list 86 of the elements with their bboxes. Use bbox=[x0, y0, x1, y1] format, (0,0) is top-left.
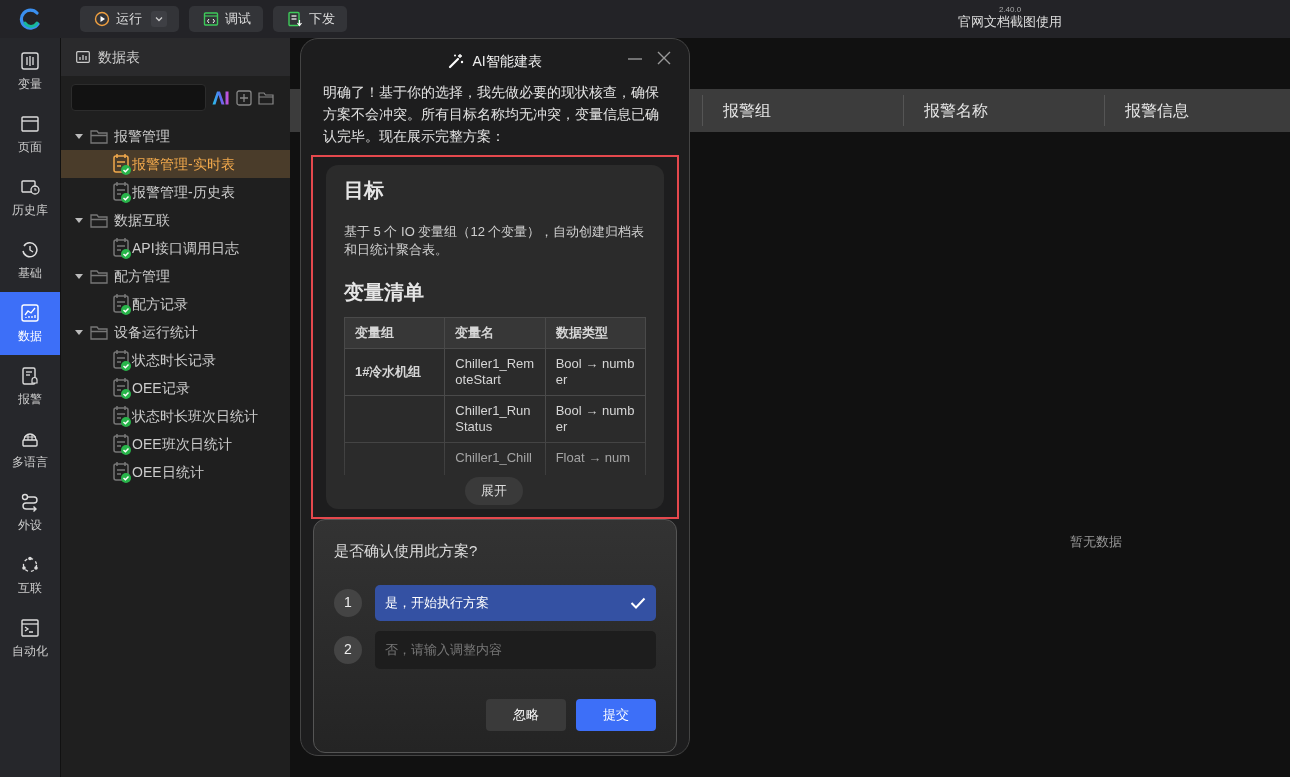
check-icon bbox=[630, 596, 646, 609]
table-cell: Chiller1_RemoteStart bbox=[444, 348, 546, 396]
option-button[interactable]: 是，开始执行方案 bbox=[375, 584, 656, 621]
nav-rail-item[interactable]: 页面 bbox=[0, 103, 60, 166]
nav-rail-item[interactable]: 外设 bbox=[0, 481, 60, 544]
tree-folder[interactable]: 配方管理 bbox=[61, 262, 290, 291]
toolbar-button[interactable]: 运行 bbox=[79, 6, 179, 32]
folder-icon bbox=[90, 324, 108, 340]
calendar-check-icon bbox=[113, 432, 132, 456]
alarm-icon bbox=[20, 365, 40, 386]
nav-rail-item[interactable]: 自动化 bbox=[0, 607, 60, 670]
dialog-title: AI智能建表 bbox=[472, 51, 542, 71]
toolbar-button[interactable]: 下发 bbox=[272, 6, 347, 32]
option-number: 2 bbox=[334, 635, 362, 664]
search-field[interactable] bbox=[71, 84, 206, 111]
section-heading: 目标 bbox=[344, 178, 385, 203]
empty-state-text: 暂无数据 bbox=[1070, 533, 1122, 551]
variable-icon bbox=[20, 50, 40, 71]
nav-rail-item[interactable]: 数据 bbox=[0, 292, 60, 355]
calendar-check-icon bbox=[113, 152, 132, 176]
page-icon bbox=[20, 113, 40, 134]
tree-folder[interactable]: 报警管理 bbox=[61, 122, 290, 151]
calendar-check-icon bbox=[113, 180, 132, 204]
tree-item[interactable]: API接口调用日志 bbox=[61, 234, 290, 263]
device-icon bbox=[20, 491, 40, 512]
nav-rail-item[interactable]: 多语言 bbox=[0, 418, 60, 481]
tree-item[interactable]: 状态时长记录 bbox=[61, 346, 290, 375]
nav-rail-item[interactable]: 基础 bbox=[0, 229, 60, 292]
deploy-icon bbox=[286, 11, 303, 27]
link-icon bbox=[20, 554, 40, 575]
expand-button[interactable]: 展开 bbox=[465, 477, 523, 505]
plan-description: 基于 5 个 IO 变量组（12 个变量），自动创建归档表和日统计聚合表。 bbox=[344, 223, 646, 259]
nav-rail-item[interactable]: 变量 bbox=[0, 40, 60, 103]
add-icon[interactable] bbox=[236, 89, 252, 106]
adjustment-input[interactable]: 否，请输入调整内容 bbox=[375, 630, 656, 669]
ignore-button[interactable]: 忽略 bbox=[486, 698, 566, 731]
project-title: 官网文档截图使用 bbox=[958, 14, 1062, 31]
table-header-cell: 变量名 bbox=[444, 317, 546, 349]
toolbar-button[interactable]: 调试 bbox=[188, 6, 263, 32]
run-icon bbox=[93, 11, 110, 27]
tree-folder[interactable]: 设备运行统计 bbox=[61, 318, 290, 347]
section-heading: 变量清单 bbox=[344, 280, 425, 305]
table-header-cell: 数据类型 bbox=[545, 317, 646, 349]
automation-icon bbox=[20, 617, 40, 638]
debug-icon bbox=[202, 11, 219, 27]
option-number: 1 bbox=[334, 588, 362, 617]
table-header-cell: 变量组 bbox=[344, 317, 445, 349]
folder-icon bbox=[90, 212, 108, 228]
tree-item[interactable]: OEE记录 bbox=[61, 374, 290, 403]
folder-icon[interactable] bbox=[258, 90, 274, 105]
nav-rail-item[interactable]: 互联 bbox=[0, 544, 60, 607]
calendar-check-icon bbox=[113, 292, 132, 316]
calendar-check-icon bbox=[113, 376, 132, 400]
folder-icon bbox=[90, 128, 108, 144]
ai-icon[interactable] bbox=[212, 90, 230, 105]
column-header: 报警信息 bbox=[1104, 95, 1290, 126]
close-icon[interactable] bbox=[657, 51, 671, 65]
caret-icon bbox=[153, 14, 164, 24]
version-label: 2.40.0 bbox=[998, 6, 1022, 14]
column-header: 报警名称 bbox=[903, 95, 1104, 126]
tree-item[interactable]: OEE班次日统计 bbox=[61, 430, 290, 459]
folder-icon bbox=[90, 268, 108, 284]
calendar-check-icon bbox=[113, 404, 132, 428]
magic-wand-icon bbox=[448, 53, 465, 69]
logo-icon bbox=[19, 8, 41, 30]
table-cell: 1#冷水机组 bbox=[344, 348, 445, 396]
confirm-question: 是否确认使用此方案? bbox=[334, 541, 479, 561]
basic-icon bbox=[20, 239, 40, 260]
tree-item[interactable]: 状态时长班次日统计 bbox=[61, 402, 290, 431]
tree-item[interactable]: 配方记录 bbox=[61, 290, 290, 319]
tree-item[interactable]: 报警管理-实时表 bbox=[61, 150, 290, 179]
calendar-check-icon bbox=[113, 348, 132, 372]
nav-rail-item[interactable]: 报警 bbox=[0, 355, 60, 418]
panel-title: 数据表 bbox=[98, 47, 140, 67]
column-header: 报警组 bbox=[702, 95, 903, 126]
tree-item[interactable]: 报警管理-历史表 bbox=[61, 178, 290, 207]
table-cell: Bool → number bbox=[545, 348, 646, 396]
nav-rail-item[interactable]: 历史库 bbox=[0, 166, 60, 229]
tree-item[interactable]: OEE日统计 bbox=[61, 458, 290, 487]
calendar-check-icon bbox=[113, 236, 132, 260]
calendar-check-icon bbox=[113, 460, 132, 484]
data-icon bbox=[20, 302, 40, 323]
assistant-message: 明确了！基于你的选择，我先做必要的现状核查，确保方案不会冲突。所有目标名称均无冲突，变量信息已确认完毕。现在展示完整方案： bbox=[323, 83, 660, 146]
submit-button[interactable]: 提交 bbox=[576, 698, 656, 731]
tree-folder[interactable]: 数据互联 bbox=[61, 206, 290, 235]
chart-icon bbox=[76, 51, 90, 63]
